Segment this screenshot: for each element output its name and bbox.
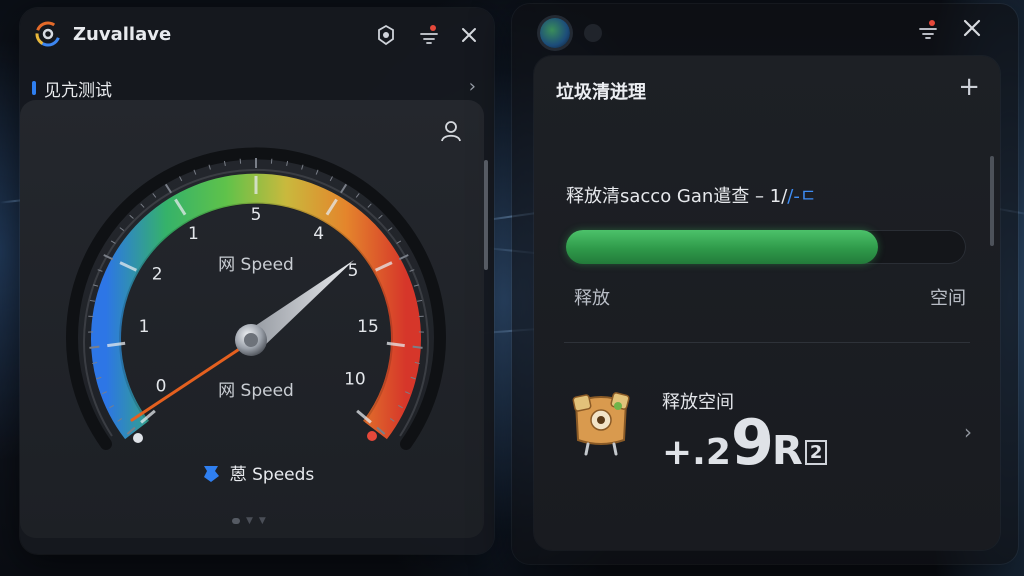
gauge-tick — [301, 164, 304, 170]
moon-icon[interactable] — [584, 24, 602, 42]
gauge-scale-label: 4 — [313, 224, 324, 244]
freed-value-unit: R — [772, 428, 803, 474]
globe-icon[interactable] — [540, 18, 570, 48]
nav-marker — [32, 81, 36, 95]
page-dot-chevron-icon[interactable]: ▼ — [259, 516, 266, 526]
speeds-row[interactable]: 蒽 Speeds — [20, 460, 494, 485]
gauge-tick — [417, 299, 423, 302]
nav-row[interactable]: 见亢测试 › — [32, 74, 482, 102]
cleaner-window: 垃圾清迸理 + 释放清sacco Gan遣查 – 1//-ㄷ 释放 空间 释放空… — [512, 4, 1018, 564]
gauge-tick — [367, 203, 372, 208]
max-marker — [367, 431, 377, 441]
page-dot[interactable] — [232, 518, 240, 524]
gauge-tick — [119, 227, 125, 231]
gauge-tick — [89, 299, 95, 302]
right-scrollbar[interactable] — [990, 156, 994, 246]
gauge-tick — [179, 176, 183, 182]
gauge-tick — [378, 214, 383, 219]
junk-cleaner-card: 垃圾清迸理 + 释放清sacco Gan遣查 – 1//-ㄷ 释放 空间 释放空… — [534, 56, 1000, 550]
gauge-scale-label: 15 — [357, 317, 379, 337]
speed-test-window: Zuvallave 见亢测试 › 0 1 2 1 5 4 5 15 10 网 S… — [20, 8, 494, 554]
scan-status-main: 释放清sacco Gan遣查 – 1/ — [566, 186, 788, 207]
progress-left-label: 释放 — [574, 288, 610, 309]
gauge-tick — [89, 345, 100, 349]
gauge-tick — [412, 345, 423, 349]
page-dot-chevron-icon[interactable]: ▼ — [246, 516, 253, 526]
gauge-label-top: 网 Speed — [218, 255, 294, 275]
app-logo-icon — [35, 21, 61, 47]
freed-value-prefix: +.2 — [662, 432, 731, 473]
gauge-tick — [355, 193, 360, 198]
gauge-tick — [340, 183, 348, 194]
min-marker — [133, 433, 143, 443]
app-title: Zuvallave — [73, 24, 172, 45]
freed-value-box: 2 — [804, 440, 828, 465]
gauge-label-bottom: 网 Speed — [218, 381, 294, 401]
gauge-scale-label: 10 — [344, 370, 366, 390]
mascot-icon — [572, 392, 630, 456]
speeds-label: 蒽 Speeds — [229, 465, 315, 485]
gauge-scale-label: 5 — [251, 205, 262, 225]
notification-icon[interactable] — [417, 23, 441, 47]
gauge-tick — [152, 193, 157, 198]
gauge-tick — [208, 164, 211, 170]
close-icon[interactable] — [457, 23, 481, 47]
close-icon[interactable] — [960, 16, 984, 40]
speed-mode-icon — [203, 465, 219, 482]
speed-gauge-card: 0 1 2 1 5 4 5 15 10 网 Speed 网 Speed 蒽 Speeds ▼ ▼ — [20, 100, 484, 538]
card-title: 垃圾清迸理 — [556, 82, 646, 103]
gauge-scale-label: 0 — [156, 376, 167, 396]
gauge-scale-label: 1 — [139, 317, 150, 337]
titlebar: Zuvallave — [20, 8, 494, 64]
progress-right-label: 空间 — [930, 288, 966, 309]
gauge-tick — [140, 203, 145, 208]
bug-icon[interactable] — [374, 23, 398, 47]
notification-icon[interactable] — [916, 18, 940, 42]
chevron-right-icon: › — [468, 76, 476, 97]
gauge-tick — [193, 169, 197, 175]
needle-hub-center — [244, 333, 258, 347]
nav-label: 见亢测试 — [44, 80, 112, 101]
gauge-tick — [315, 169, 319, 175]
page-dots: ▼ ▼ — [232, 516, 266, 526]
scan-status-text: 释放清sacco Gan遣查 – 1//-ㄷ — [566, 182, 816, 208]
clean-progress-bar — [566, 230, 966, 264]
divider — [564, 342, 970, 343]
freed-space-value: +.29R 2 — [662, 406, 828, 479]
chevron-right-icon[interactable]: › — [964, 420, 972, 444]
scan-status-accent: /-ㄷ — [787, 186, 817, 207]
freed-value-main: 9 — [730, 406, 774, 479]
gauge-tick — [329, 176, 333, 182]
gauge-scale-label: 2 — [152, 264, 163, 284]
add-icon[interactable]: + — [958, 74, 980, 100]
clean-progress-fill — [566, 230, 878, 264]
left-scrollbar[interactable] — [484, 160, 488, 270]
gauge-tick — [164, 183, 172, 194]
gauge-tick — [387, 227, 393, 231]
gauge-tick — [129, 214, 134, 219]
gauge-scale-label: 1 — [188, 224, 199, 244]
